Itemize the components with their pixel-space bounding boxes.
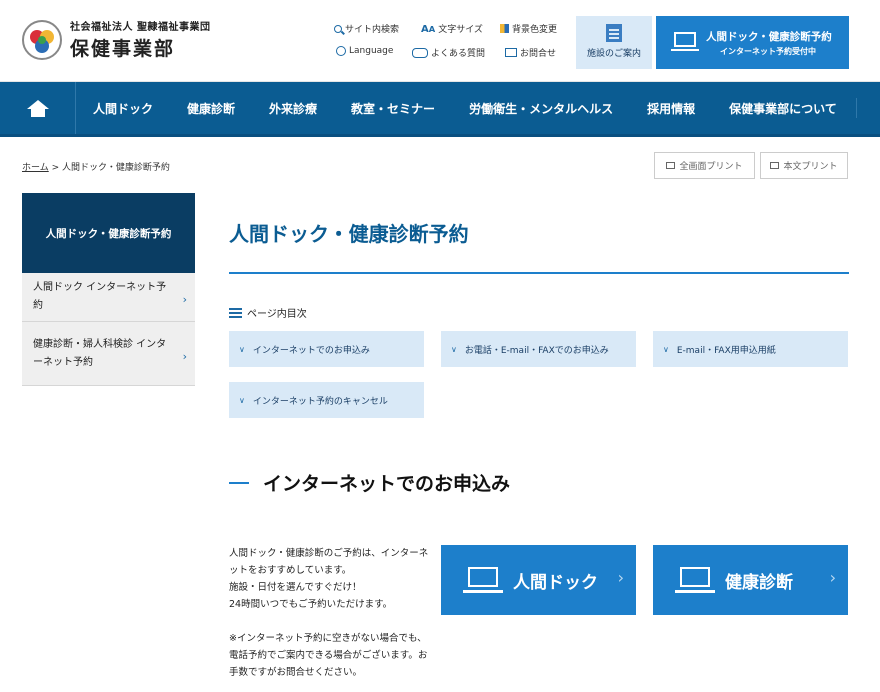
mail-icon: [505, 48, 517, 57]
section-heading: インターネットでのお申込み: [229, 469, 510, 496]
language-link[interactable]: Language: [336, 46, 393, 56]
facility-guide-button[interactable]: 施設のご案内: [576, 16, 652, 69]
health-checkup-reserve-button[interactable]: 健康診断 ›: [653, 545, 848, 615]
chevron-right-icon: ›: [182, 293, 187, 306]
font-size-icon: AA: [421, 23, 436, 35]
font-size-link[interactable]: AA 文字サイズ: [421, 22, 483, 36]
nav-item-about[interactable]: 保健事業部について: [712, 100, 854, 117]
toc-link-internet[interactable]: ∨ インターネットでのお申込み: [229, 331, 424, 367]
faq-icon: [412, 47, 428, 58]
chevron-right-icon: ›: [829, 568, 836, 587]
toc-heading: ページ内目次: [229, 305, 307, 320]
site-search-link[interactable]: サイト内検索: [334, 22, 399, 35]
chevron-down-icon: ∨: [663, 344, 669, 354]
globe-icon: [336, 46, 346, 56]
print-body-button[interactable]: 本文プリント: [760, 152, 848, 179]
contact-link[interactable]: お問合せ: [505, 46, 556, 59]
toc-link-application-form[interactable]: ∨ E-mail・FAX用申込用紙: [653, 331, 848, 367]
site-logo[interactable]: 社会福祉法人 聖隷福祉事業団 保健事業部: [22, 18, 210, 61]
sidebar-heading[interactable]: 人間ドック・健康診断予約: [22, 193, 195, 273]
list-icon: [229, 307, 242, 318]
faq-link[interactable]: よくある質問: [412, 46, 485, 59]
laptop-icon: [671, 32, 699, 51]
sidebar-item-dock-internet[interactable]: 人間ドック インターネット予約 ›: [22, 273, 195, 322]
nav-item-recruitment[interactable]: 採用情報: [630, 100, 712, 117]
logo-title: 保健事業部: [70, 38, 176, 60]
breadcrumb: ホーム > 人間ドック・健康診断予約: [22, 163, 170, 173]
building-icon: [606, 24, 622, 42]
global-nav: 人間ドック 健康診断 外来診療 教室・セミナー 労働衛生・メンタルヘルス 採用情…: [0, 82, 880, 137]
nav-home-link[interactable]: [0, 82, 76, 134]
laptop-icon: [463, 567, 503, 593]
nav-item-occupational-health[interactable]: 労働衛生・メンタルヘルス: [452, 100, 630, 117]
chevron-down-icon: ∨: [239, 344, 245, 354]
sidebar-item-checkup-internet[interactable]: 健康診断・婦人科検診 インターネット予約 ›: [22, 322, 195, 386]
color-palette-icon: [500, 24, 509, 33]
breadcrumb-home-link[interactable]: ホーム: [22, 163, 49, 173]
bg-color-link[interactable]: 背景色変更: [500, 22, 557, 35]
home-icon: [26, 99, 49, 117]
site-header: 社会福祉法人 聖隷福祉事業団 保健事業部 サイト内検索 AA 文字サイズ 背景色変…: [0, 0, 880, 82]
section-body: 人間ドック・健康診断のご予約は、インターネットをおすすめしています。 施設・日付…: [229, 548, 429, 678]
toc-link-phone-email-fax[interactable]: ∨ お電話・E-mail・FAXでのお申込み: [441, 331, 636, 367]
logo-subtitle: 社会福祉法人 聖隷福祉事業団: [70, 22, 211, 33]
nav-item-ningen-dock[interactable]: 人間ドック: [76, 100, 170, 117]
page-title: 人間ドック・健康診断予約: [229, 222, 469, 246]
document-icon: [770, 162, 780, 169]
nav-item-outpatient[interactable]: 外来診療: [252, 100, 334, 117]
toc-link-cancel[interactable]: ∨ インターネット予約のキャンセル: [229, 382, 424, 418]
nav-item-health-checkup[interactable]: 健康診断: [170, 100, 252, 117]
chevron-right-icon: ›: [182, 349, 187, 363]
title-divider: [229, 272, 849, 274]
logo-emblem-icon: [22, 19, 62, 60]
heading-dash: [229, 481, 249, 484]
monitor-icon: [666, 162, 676, 169]
reservation-header-button[interactable]: 人間ドック・健康診断予約 インターネット予約受付中: [656, 16, 849, 69]
chevron-down-icon: ∨: [451, 344, 457, 354]
breadcrumb-current: 人間ドック・健康診断予約: [62, 163, 170, 173]
chevron-down-icon: ∨: [239, 395, 245, 405]
laptop-icon: [675, 567, 715, 593]
search-icon: [334, 24, 342, 33]
nav-item-seminars[interactable]: 教室・セミナー: [334, 100, 452, 117]
nav-divider: [855, 98, 857, 118]
ningen-dock-reserve-button[interactable]: 人間ドック ›: [441, 545, 636, 615]
chevron-right-icon: ›: [617, 568, 624, 587]
print-full-button[interactable]: 全画面プリント: [654, 152, 755, 179]
